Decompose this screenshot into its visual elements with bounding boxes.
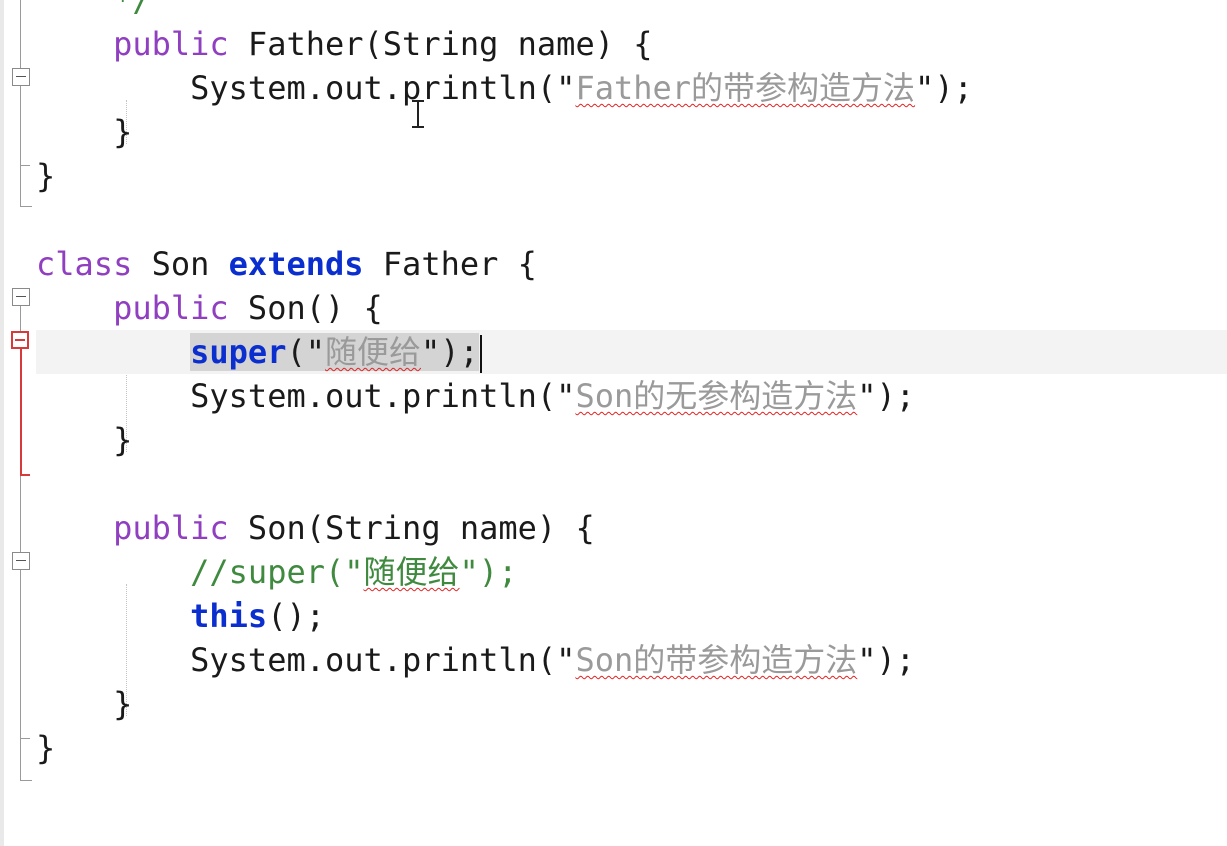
code-line[interactable]: */ bbox=[36, 0, 152, 22]
gutter-strip bbox=[0, 0, 4, 846]
code-token: extends bbox=[228, 245, 364, 283]
code-token: */ bbox=[113, 0, 152, 19]
code-token: Son的无参构造方法 bbox=[575, 377, 858, 415]
code-line[interactable]: } bbox=[36, 682, 132, 726]
code-token: Son(String name) { bbox=[228, 509, 595, 547]
code-token: "); bbox=[915, 69, 973, 107]
code-line[interactable]: System.out.println("Son的无参构造方法"); bbox=[36, 374, 915, 418]
fold-collapse-icon[interactable] bbox=[12, 288, 30, 306]
code-token: Son() { bbox=[228, 289, 383, 327]
fold-line-father-class bbox=[20, 0, 21, 206]
text-cursor-icon bbox=[412, 100, 424, 130]
code-token: Father(String name) { bbox=[228, 25, 653, 63]
code-token: (); bbox=[267, 597, 325, 635]
code-line[interactable]: super("随便给"); bbox=[36, 330, 1227, 374]
code-line[interactable]: } bbox=[36, 418, 132, 462]
code-line[interactable]: class Son extends Father { bbox=[36, 242, 537, 286]
fold-collapse-icon[interactable] bbox=[11, 331, 29, 349]
code-token: "); bbox=[857, 641, 916, 679]
code-token: Father { bbox=[363, 245, 537, 283]
code-token: (" bbox=[286, 333, 325, 371]
code-token: } bbox=[36, 729, 56, 767]
editor-gutter bbox=[0, 0, 36, 846]
code-token: class bbox=[36, 245, 133, 283]
fold-line-son-constructor bbox=[20, 349, 22, 475]
code-token: super bbox=[190, 333, 287, 371]
code-token: public bbox=[113, 25, 229, 63]
code-line[interactable]: public Father(String name) { bbox=[36, 22, 653, 66]
fold-collapse-icon[interactable] bbox=[12, 68, 30, 86]
fold-end-father-method bbox=[20, 165, 30, 166]
code-line[interactable]: public Son(String name) { bbox=[36, 506, 595, 550]
code-line[interactable]: } bbox=[36, 110, 132, 154]
code-token: 随便给 bbox=[363, 553, 460, 591]
code-line[interactable]: System.out.println("Father的带参构造方法"); bbox=[36, 66, 973, 110]
code-token: System.out.println(" bbox=[190, 641, 576, 679]
code-line[interactable]: System.out.println("Son的带参构造方法"); bbox=[36, 638, 915, 682]
code-token: 随便给 bbox=[324, 333, 421, 371]
text-caret bbox=[479, 335, 482, 373]
fold-end-father-class bbox=[20, 206, 32, 207]
code-line[interactable]: } bbox=[36, 726, 55, 770]
code-token: System.out.println(" bbox=[190, 69, 576, 107]
code-token: Father的带参构造方法 bbox=[575, 69, 916, 107]
fold-collapse-icon[interactable] bbox=[12, 552, 30, 570]
code-token: this bbox=[190, 597, 268, 635]
code-token: } bbox=[113, 421, 133, 459]
fold-end-son-param-constructor bbox=[20, 738, 30, 739]
code-line[interactable]: this(); bbox=[36, 594, 325, 638]
code-line[interactable]: } bbox=[36, 154, 55, 198]
code-token: "); bbox=[421, 333, 479, 371]
code-token: System.out.println(" bbox=[190, 377, 576, 415]
code-token: "); bbox=[459, 553, 518, 591]
code-token: } bbox=[113, 685, 133, 723]
code-line[interactable]: //super("随便给"); bbox=[36, 550, 517, 594]
code-token: } bbox=[36, 157, 56, 195]
code-token: Son bbox=[132, 245, 229, 283]
code-token: Son的带参构造方法 bbox=[575, 641, 858, 679]
code-token: "); bbox=[857, 377, 916, 415]
code-token: public bbox=[113, 509, 229, 547]
fold-end-son-constructor bbox=[20, 474, 30, 476]
code-editor[interactable]: */ public Father(String name) { System.o… bbox=[0, 0, 1227, 846]
code-line[interactable]: public Son() { bbox=[36, 286, 383, 330]
code-token: //super(" bbox=[190, 553, 364, 591]
code-token: public bbox=[113, 289, 229, 327]
fold-end-son-class bbox=[20, 780, 32, 781]
code-token: } bbox=[113, 113, 133, 151]
